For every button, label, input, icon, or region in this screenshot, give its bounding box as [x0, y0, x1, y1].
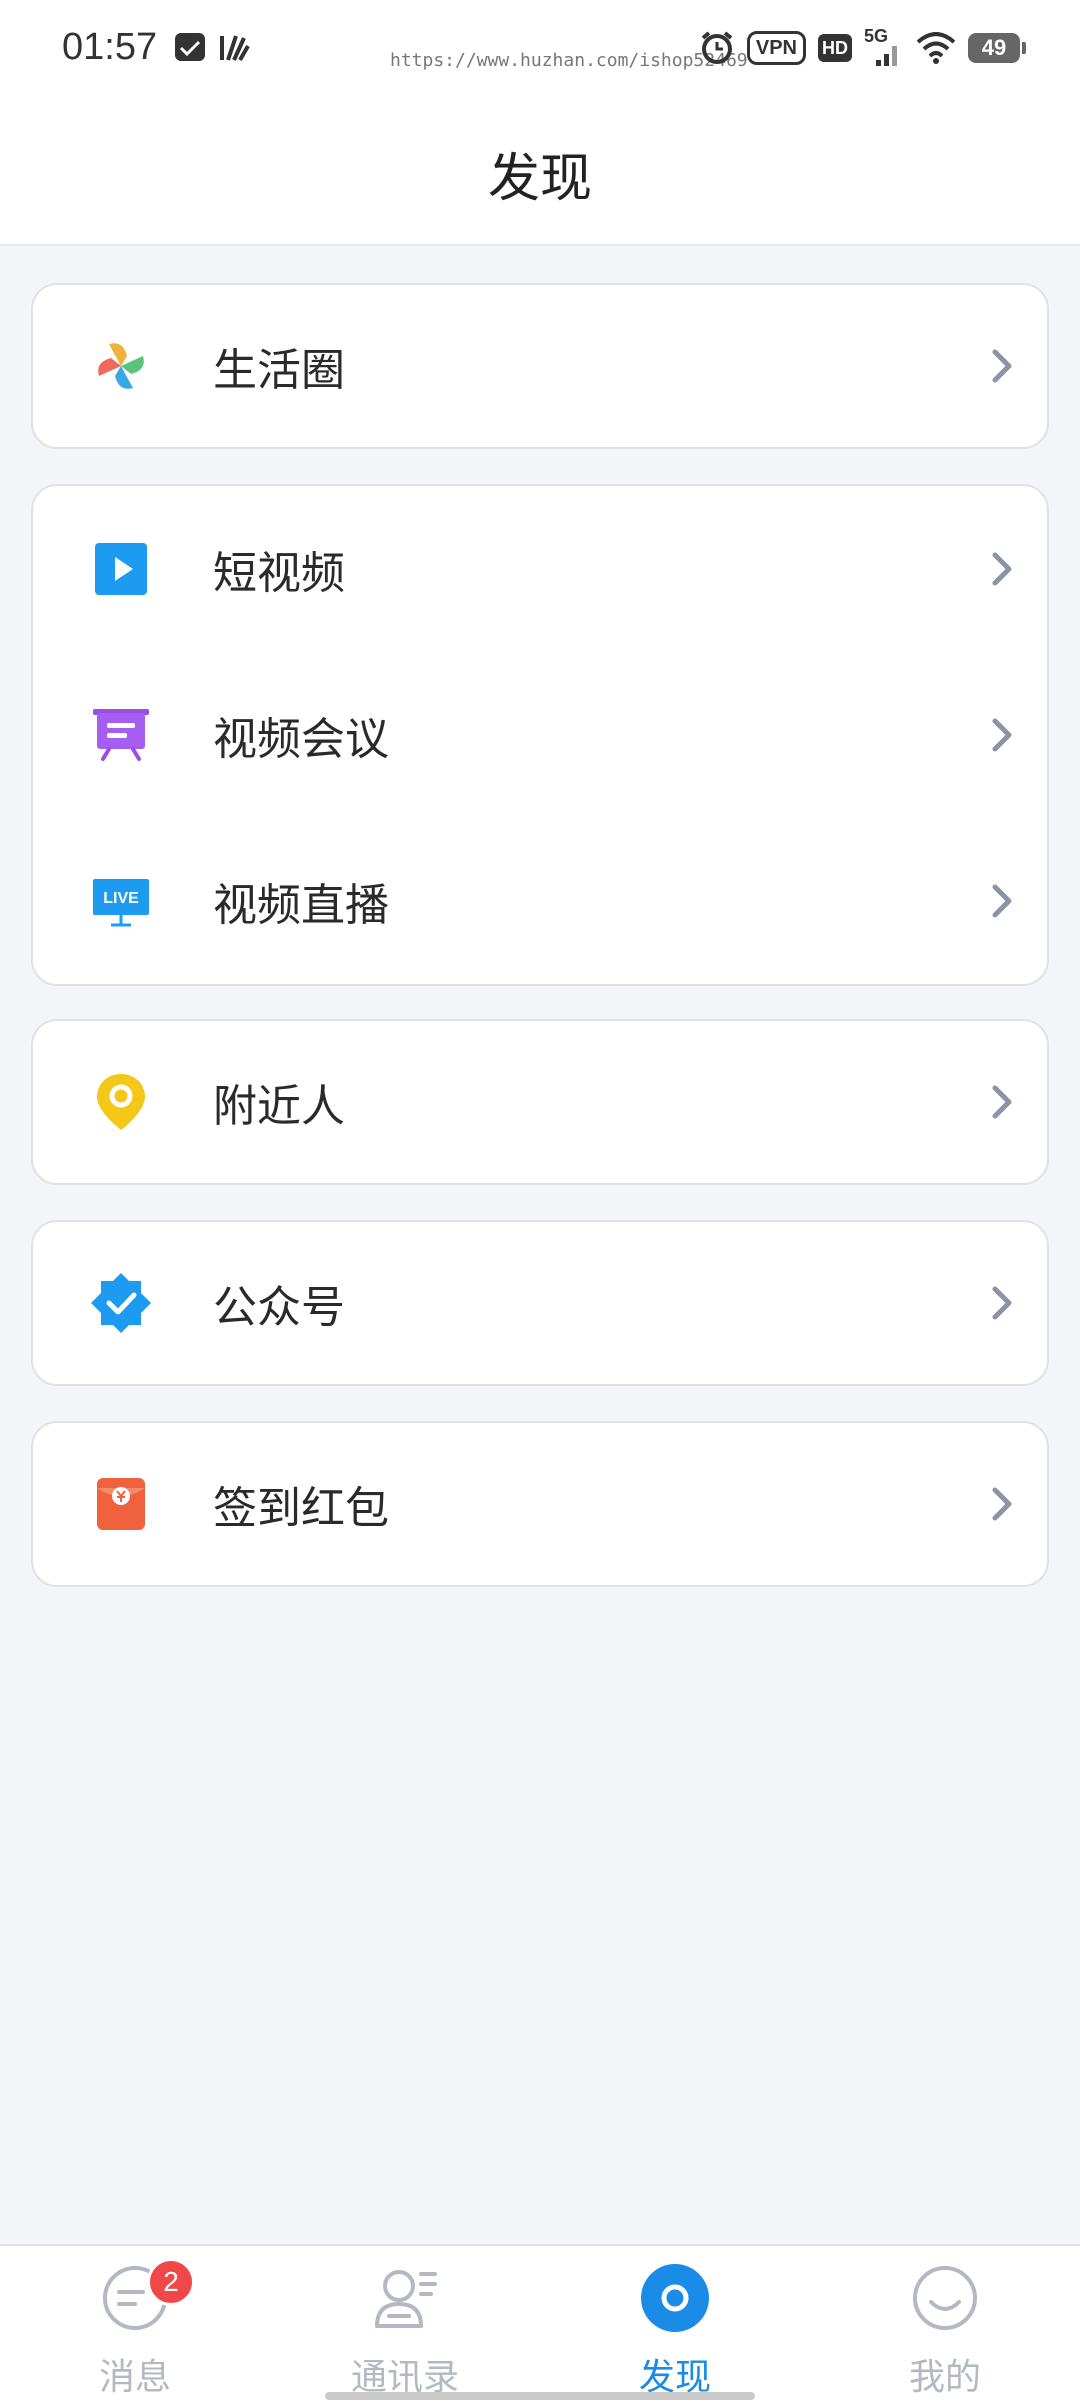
tab-me[interactable]: 我的: [810, 2246, 1080, 2404]
chevron-right-icon: [992, 1286, 1012, 1320]
discover-item-short-video[interactable]: 短视频: [33, 486, 1047, 652]
battery-indicator: 49: [968, 33, 1026, 63]
discover-item-video-meeting[interactable]: 视频会议: [33, 652, 1047, 818]
discover-item-life-circle[interactable]: 生活圈: [33, 285, 1047, 447]
discover-item-live-stream[interactable]: LIVE 视频直播: [33, 818, 1047, 984]
discover-group-4: 公众号: [31, 1220, 1049, 1386]
tab-label: 我的: [908, 2357, 981, 2398]
chevron-right-icon: [992, 884, 1012, 918]
vpn-indicator: VPN: [746, 31, 806, 65]
discover-item-official-accounts[interactable]: 公众号: [33, 1222, 1047, 1384]
meeting-screen-icon: [93, 709, 149, 761]
bottom-navigation: 2 消息 通讯录 发现 我的: [0, 2244, 1080, 2404]
chevron-right-icon: [992, 718, 1012, 752]
status-bar: 01:57 https://www.huzhan.com/ishop52469 …: [0, 0, 1080, 100]
pinwheel-icon: [98, 343, 144, 389]
tab-messages[interactable]: 2 消息: [0, 2246, 270, 2404]
profile-icon: [913, 2266, 977, 2330]
tab-contacts[interactable]: 通讯录: [270, 2246, 540, 2404]
play-icon: [95, 543, 147, 595]
item-label: 附近人: [213, 1081, 345, 1132]
red-envelope-icon: [97, 1478, 145, 1530]
page-title: 发现: [487, 149, 592, 209]
hd-indicator: HD: [818, 34, 852, 62]
cellular-signal-icon: 5G: [864, 26, 904, 68]
live-icon: LIVE: [93, 879, 149, 927]
unread-badge: 2: [147, 2258, 195, 2306]
item-label: 签到红包: [213, 1483, 389, 1534]
tab-discover[interactable]: 发现: [540, 2246, 810, 2404]
location-pin-icon: [97, 1074, 145, 1130]
status-time: 01:57: [62, 26, 158, 68]
discover-group-1: 生活圈: [31, 283, 1049, 449]
alarm-icon: [701, 31, 733, 64]
contacts-icon: [375, 2270, 437, 2328]
item-label: 短视频: [213, 548, 345, 599]
watermark-url: https://www.huzhan.com/ishop52469: [390, 50, 748, 71]
discover-group-5: 签到红包: [31, 1421, 1049, 1587]
discover-icon: [641, 2264, 709, 2332]
notification-app-icon-2: [220, 35, 250, 61]
item-label: 视频直播: [213, 880, 389, 931]
discover-group-3: 附近人: [31, 1019, 1049, 1185]
tab-label: 消息: [98, 2357, 171, 2398]
status-indicators: VPN HD 5G 49: [699, 26, 1026, 68]
live-icon-text: LIVE: [103, 890, 139, 907]
chevron-right-icon: [992, 349, 1012, 383]
verified-badge-icon: [91, 1273, 151, 1333]
home-indicator[interactable]: [325, 2392, 755, 2400]
item-label: 视频会议: [213, 714, 389, 765]
chevron-right-icon: [992, 552, 1012, 586]
notification-app-icon: [175, 33, 205, 61]
discover-group-2: 短视频 视频会议 LIVE 视频直播: [31, 484, 1049, 986]
discover-item-nearby[interactable]: 附近人: [33, 1021, 1047, 1183]
chevron-right-icon: [992, 1487, 1012, 1521]
item-label: 生活圈: [213, 345, 345, 396]
page-header: 发现: [0, 100, 1080, 246]
wifi-icon: [916, 32, 956, 64]
chevron-right-icon: [992, 1085, 1012, 1119]
item-label: 公众号: [213, 1282, 345, 1333]
discover-item-checkin-red-packet[interactable]: 签到红包: [33, 1423, 1047, 1585]
